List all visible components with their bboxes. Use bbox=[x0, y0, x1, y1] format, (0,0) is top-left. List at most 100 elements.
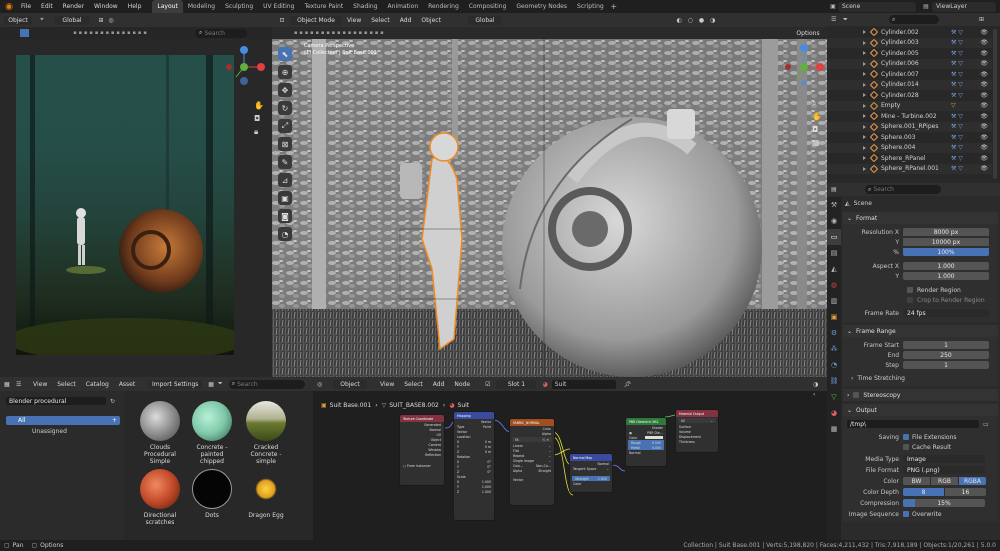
lock-icon[interactable]: 🔒︎ bbox=[254, 127, 266, 140]
tab-world-icon[interactable]: ◍ bbox=[827, 277, 841, 293]
tab-modeling[interactable]: Modeling bbox=[183, 0, 220, 13]
overlay-icon[interactable]: ◑ bbox=[813, 381, 825, 391]
outliner-row[interactable]: Sphere.003 ⚒ ▽ 👁︎ bbox=[827, 132, 992, 143]
output-path-field[interactable]: /tmp\ bbox=[847, 420, 979, 428]
asset-item[interactable]: Clouds Procedural Simple bbox=[136, 401, 184, 465]
viewport-menu-select[interactable]: Select bbox=[366, 14, 395, 27]
outliner-row[interactable]: Cylinder.005 ⚒ ▽ 👁︎ bbox=[827, 48, 992, 59]
add-cube-tool-icon[interactable]: ▣ bbox=[278, 191, 292, 205]
tab-shading[interactable]: Shading bbox=[348, 0, 382, 13]
outliner-row[interactable]: Sphere.004 ⚒ ▽ 👁︎ bbox=[827, 142, 992, 153]
viewport-orientation-dropdown[interactable]: Global bbox=[467, 15, 502, 25]
tab-geometry-nodes[interactable]: Geometry Nodes bbox=[511, 0, 572, 13]
viewport-layer-icons[interactable]: ▪▪▪▪▪▪▪▪▪▪▪▪▪▪▪▪▪ bbox=[294, 30, 386, 36]
principled-bsdf-node[interactable]: PBR Dielectric BS1 Shader ▣ PBR Die… Colo… bbox=[625, 417, 667, 467]
tab-tool-icon[interactable]: ⚒ bbox=[827, 197, 841, 213]
tab-view-layer-icon[interactable]: ▤ bbox=[827, 245, 841, 261]
tab-data-icon[interactable]: ▽ bbox=[827, 389, 841, 405]
scale-tool-icon[interactable]: ⤢ bbox=[278, 119, 292, 133]
render-region-checkbox[interactable] bbox=[907, 287, 913, 293]
expand-arrow-icon[interactable] bbox=[863, 93, 866, 98]
proportional-icon[interactable]: ◎ bbox=[106, 17, 116, 24]
tab-collection-icon[interactable]: ▥ bbox=[827, 293, 841, 309]
cursor-tool-icon[interactable]: ⊕ bbox=[278, 65, 292, 79]
outliner-row[interactable]: Cylinder.028 ⚒ ▽ 👁︎ bbox=[827, 90, 992, 101]
visibility-eye-icon[interactable]: 👁︎ bbox=[980, 50, 988, 57]
outliner-row[interactable]: Mine - Turbine.002 ⚒ ▽ 👁︎ bbox=[827, 111, 992, 122]
expand-arrow-icon[interactable] bbox=[863, 103, 866, 108]
outliner-row[interactable]: Sphere_RPanel.001 ⚒ ▽ 👁︎ bbox=[827, 163, 992, 174]
catalog-unassigned[interactable]: Unassigned bbox=[6, 427, 120, 436]
menu-window[interactable]: Window bbox=[89, 0, 123, 13]
pan-hand-icon[interactable]: ✋ bbox=[254, 101, 266, 114]
aspect-x-field[interactable]: 1.000 bbox=[903, 262, 989, 270]
menu-help[interactable]: Help bbox=[123, 0, 147, 13]
color-depth-16-option[interactable]: 16 bbox=[945, 488, 986, 496]
camera-icon[interactable]: ◘ bbox=[254, 114, 266, 127]
visibility-eye-icon[interactable]: 👁︎ bbox=[980, 113, 988, 120]
asset-item[interactable]: Dots bbox=[188, 469, 236, 519]
expand-arrow-icon[interactable] bbox=[863, 156, 866, 161]
expand-arrow-icon[interactable] bbox=[863, 30, 866, 35]
outliner-row[interactable]: Cylinder.002 ⚒ ▽ 👁︎ bbox=[827, 27, 992, 38]
zoom-icon[interactable]: ⌕ bbox=[812, 99, 824, 112]
tab-particles-icon[interactable]: ⁂ bbox=[827, 341, 841, 357]
tab-compositing[interactable]: Compositing bbox=[464, 0, 512, 13]
view-layer-icon[interactable]: ▤ bbox=[920, 3, 932, 10]
tab-layout[interactable]: Layout bbox=[152, 0, 183, 13]
expand-arrow-icon[interactable] bbox=[863, 135, 866, 140]
visibility-eye-icon[interactable]: 👁︎ bbox=[980, 102, 988, 109]
outliner-search[interactable]: ⌕ bbox=[889, 15, 939, 24]
expand-arrow-icon[interactable] bbox=[863, 82, 866, 87]
menu-render[interactable]: Render bbox=[58, 0, 89, 13]
filter-icon[interactable]: ⏷ bbox=[218, 380, 223, 388]
options-dropdown[interactable]: Options bbox=[793, 28, 823, 38]
asset-item[interactable]: Directional scratches bbox=[136, 469, 184, 526]
tab-constraints-icon[interactable]: ⛓ bbox=[827, 373, 841, 389]
orientation-dropdown[interactable]: Global bbox=[54, 15, 90, 25]
asset-library-dropdown[interactable]: Blender procedural bbox=[6, 397, 106, 405]
outliner-type-icon[interactable]: ☰ bbox=[831, 16, 843, 23]
cursor-icon[interactable]: ⌖ bbox=[36, 16, 48, 24]
expand-arrow-icon[interactable] bbox=[863, 166, 866, 171]
transform-tool-icon[interactable]: ⊠ bbox=[278, 137, 292, 151]
visibility-eye-icon[interactable]: 👁︎ bbox=[980, 39, 988, 46]
format-panel-header[interactable]: ⌄ Format bbox=[843, 212, 998, 224]
asset-menu-select[interactable]: Select bbox=[52, 378, 81, 391]
tab-uv-editing[interactable]: UV Editing bbox=[258, 0, 299, 13]
frame-step-field[interactable]: 1 bbox=[903, 361, 989, 369]
visibility-eye-icon[interactable]: 👁︎ bbox=[980, 81, 988, 88]
scene-icon[interactable]: ▣ bbox=[828, 3, 838, 10]
tab-sculpting[interactable]: Sculpting bbox=[220, 0, 258, 13]
visibility-eye-icon[interactable]: 👁︎ bbox=[980, 92, 988, 99]
view-mode-icon[interactable]: ▦ bbox=[208, 381, 214, 388]
outliner-new-collection-icon[interactable]: ⊞ bbox=[979, 16, 984, 23]
color-bw-option[interactable]: BW bbox=[903, 477, 930, 485]
expand-arrow-icon[interactable] bbox=[863, 124, 866, 129]
outliner-row[interactable]: Sphere.001_RPipes ⚒ ▽ 👁︎ bbox=[827, 121, 992, 132]
tab-physics-icon[interactable]: ◔ bbox=[827, 357, 841, 373]
viewport-menu-view[interactable]: View bbox=[342, 14, 366, 27]
visibility-eye-icon[interactable]: 👁︎ bbox=[980, 71, 988, 78]
visibility-eye-icon[interactable]: 👁︎ bbox=[980, 165, 988, 172]
outliner-row[interactable]: Cylinder.006 ⚒ ▽ 👁︎ bbox=[827, 58, 992, 69]
select-box-icon[interactable] bbox=[20, 29, 29, 37]
crop-region-checkbox[interactable] bbox=[907, 297, 913, 303]
camera-tool-icon[interactable]: ◙ bbox=[278, 209, 292, 223]
camera-view-icon[interactable]: ◘ bbox=[812, 125, 824, 138]
stereoscopy-panel-header[interactable]: › Stereoscopy bbox=[843, 389, 998, 401]
tab-animation[interactable]: Animation bbox=[383, 0, 424, 13]
sidebar-toggle-icon[interactable]: ‹ bbox=[813, 391, 825, 401]
time-stretching-subpanel[interactable]: › Time Stretching bbox=[843, 373, 994, 383]
expand-arrow-icon[interactable] bbox=[863, 51, 866, 56]
viewport-navigation-gizmo[interactable] bbox=[784, 43, 824, 91]
menu-file[interactable]: File bbox=[16, 0, 36, 13]
color-depth-8-option[interactable]: 8 bbox=[903, 488, 944, 496]
viewport-menu-add[interactable]: Add bbox=[395, 14, 417, 27]
annotate-tool-icon[interactable]: ✎ bbox=[278, 155, 292, 169]
outliner-row[interactable]: Cylinder.003 ⚒ ▽ 👁︎ bbox=[827, 37, 992, 48]
image-texture-node[interactable]: FABRIC_NORMAL Color Alpha FA ⎘ ✕ Linear ⌄ … bbox=[509, 418, 555, 506]
visibility-eye-icon[interactable]: 👁︎ bbox=[980, 155, 988, 162]
frame-end-field[interactable]: 250 bbox=[903, 351, 989, 359]
visibility-eye-icon[interactable]: 👁︎ bbox=[980, 60, 988, 67]
